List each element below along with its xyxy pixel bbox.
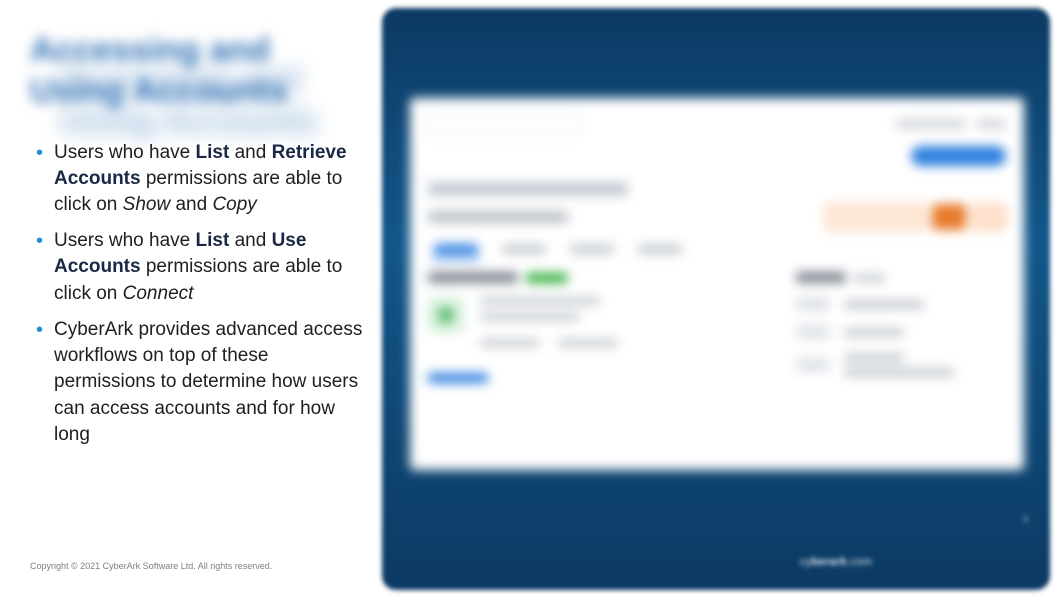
app-topbar [428,112,1006,136]
copyright: Copyright © 2021 CyberArk Software Ltd. … [30,561,272,571]
search-input[interactable] [428,112,578,136]
key [796,325,830,339]
bullet-2: Users who have List and Use Accounts per… [30,228,365,307]
text-placeholder [480,297,600,305]
status-badge [526,273,568,283]
italic-copy: Copy [212,194,256,215]
text-placeholder [480,313,580,321]
action-buttons [826,204,1006,230]
text: Users who have [54,230,196,251]
bullet-1: Users who have List and Retrieve Account… [30,140,365,219]
left-section [428,272,756,391]
section-label [796,272,846,283]
primary-button[interactable] [911,146,1006,166]
show-button[interactable] [932,204,966,230]
value [844,328,904,337]
italic-connect: Connect [123,283,194,304]
copy-button[interactable] [972,204,1006,230]
text: and [229,230,271,251]
key-value-row [796,353,1006,377]
tab-2[interactable] [502,244,546,254]
account-title [428,211,568,223]
screenshot-panel: cyberark.com 3 [382,8,1050,590]
left-column: Accessing and Using Accounts Accessing a… [30,30,365,458]
breadcrumb [428,182,628,196]
bullet-list: Users who have List and Retrieve Account… [30,140,365,448]
text: cy [800,556,812,568]
bullet-3: CyberArk provides advanced access workfl… [30,317,365,448]
link[interactable] [428,373,488,383]
user-icon [428,297,464,333]
bold-list: List [196,142,230,163]
title-line-2: Using Accounts [30,72,288,110]
blurred-app-window [410,98,1024,470]
right-section [796,272,1006,391]
text: Users who have [54,142,196,163]
section-header [428,272,756,283]
text-placeholder [480,339,540,347]
info-lines [480,297,618,347]
key-value-row [796,297,1006,311]
section-header [796,272,1006,283]
title-line-1: Accessing and [30,31,270,69]
text: CyberArk provides advanced access workfl… [54,319,362,445]
text: and [229,142,271,163]
text-placeholder [854,274,886,282]
body-area [428,272,1006,391]
value [844,368,954,377]
topbar-right [896,119,1006,129]
brand-url: cyberark.com [800,556,872,568]
tab-3[interactable] [570,244,614,254]
tab-overview[interactable] [434,244,478,254]
italic-show: Show [123,194,171,215]
slide: Accessing and Using Accounts Accessing a… [0,0,1062,597]
text-placeholder [558,339,618,347]
text-placeholder [976,119,1006,129]
connect-button[interactable] [826,204,926,230]
text: .com [847,556,872,568]
text-placeholder [896,119,966,129]
slide-title: Accessing and Using Accounts [30,30,365,112]
key [796,358,830,372]
key [796,297,830,311]
value [844,300,924,309]
tabs [434,244,1006,254]
bold-list: List [196,230,230,251]
key-value-row [796,325,1006,339]
page-number: 3 [1023,514,1028,524]
text: berark [812,556,847,568]
section-label [428,272,518,283]
value [844,353,904,362]
account-header-row [428,204,1006,230]
tab-4[interactable] [638,244,682,254]
text: and [170,194,212,215]
